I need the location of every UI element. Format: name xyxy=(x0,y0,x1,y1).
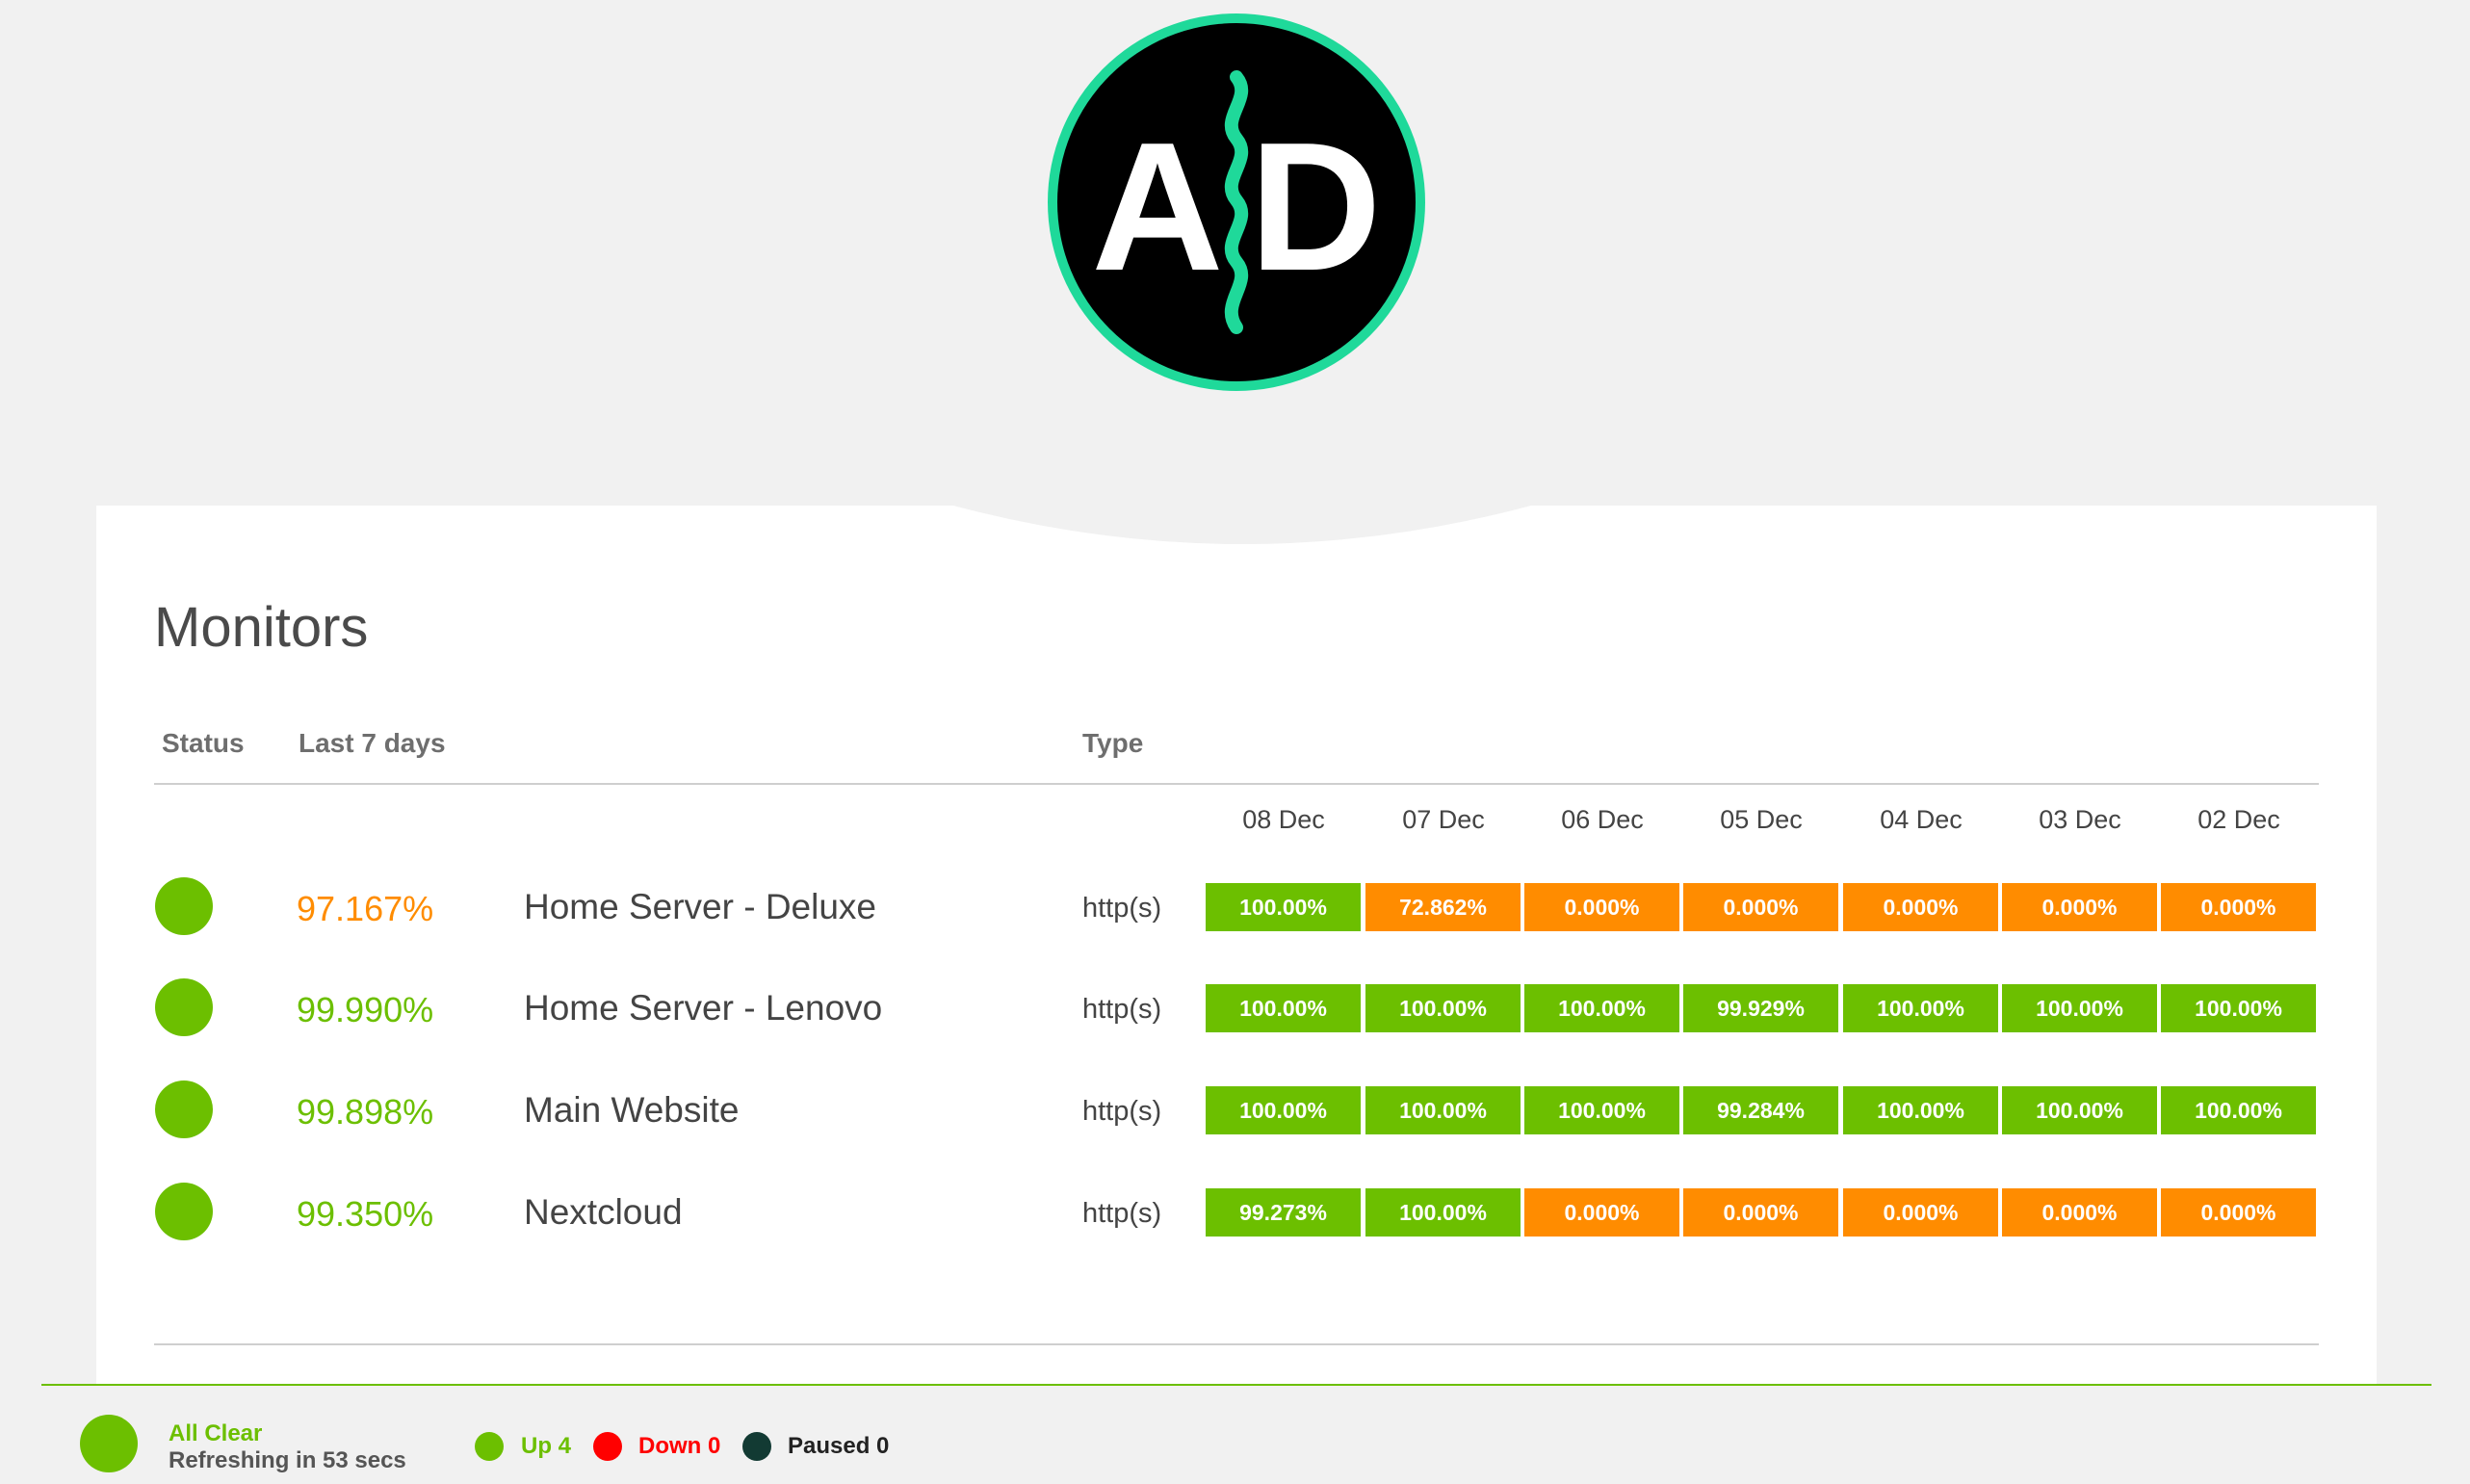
uptime-percentage: 99.990% xyxy=(297,990,434,1029)
status-dot xyxy=(155,978,213,1036)
daily-uptime-cell[interactable]: 99.273% xyxy=(1206,1188,1361,1237)
monitor-type: http(s) xyxy=(1082,893,1162,924)
date-header: 04 Dec xyxy=(1880,805,1963,834)
daily-uptime-cell[interactable]: 100.00% xyxy=(1843,984,1998,1032)
site-logo: A D xyxy=(1048,13,1425,391)
daily-uptime-cell[interactable]: 0.000% xyxy=(1683,883,1838,931)
monitor-type: http(s) xyxy=(1082,1198,1162,1229)
date-header: 08 Dec xyxy=(1242,805,1325,834)
daily-uptime-cell[interactable]: 100.00% xyxy=(1365,984,1521,1032)
monitor-row[interactable]: 99.898% Main Website http(s) 100.00% 100.00%… xyxy=(0,1080,2470,1142)
legend-paused-dot xyxy=(742,1432,771,1461)
overall-status-label: All Clear xyxy=(169,1420,263,1446)
daily-uptime-cell[interactable]: 0.000% xyxy=(1524,1188,1679,1237)
daily-uptime-cell[interactable]: 99.284% xyxy=(1683,1086,1838,1134)
status-footer: All Clear Refreshing in 53 secs Up 4 Dow… xyxy=(41,1384,2431,1484)
uptime-percentage: 99.898% xyxy=(297,1092,434,1132)
daily-uptime-cell[interactable]: 99.929% xyxy=(1683,984,1838,1032)
uptime-percentage: 99.350% xyxy=(297,1194,434,1234)
monitor-row[interactable]: 97.167% Home Server - Deluxe http(s) 100.00… xyxy=(0,877,2470,939)
legend-down-label: Down 0 xyxy=(638,1433,721,1459)
daily-uptime-cell[interactable]: 100.00% xyxy=(1524,1086,1679,1134)
legend-down-dot xyxy=(593,1432,622,1461)
daily-uptime-cell[interactable]: 0.000% xyxy=(2161,1188,2316,1237)
daily-uptime-cell[interactable]: 0.000% xyxy=(2161,883,2316,931)
legend-up-label: Up 4 xyxy=(521,1433,572,1459)
monitor-name[interactable]: Nextcloud xyxy=(524,1192,683,1233)
daily-uptime-cell[interactable]: 0.000% xyxy=(2002,1188,2157,1237)
header-status: Status xyxy=(162,728,245,758)
daily-uptime-cell[interactable]: 100.00% xyxy=(1365,1086,1521,1134)
daily-uptime-cell[interactable]: 100.00% xyxy=(1206,883,1361,931)
date-header: 07 Dec xyxy=(1402,805,1485,834)
daily-uptime-cell[interactable]: 100.00% xyxy=(1206,1086,1361,1134)
daily-uptime-cell[interactable]: 0.000% xyxy=(1524,883,1679,931)
daily-uptime-cell[interactable]: 100.00% xyxy=(1365,1188,1521,1237)
monitor-name[interactable]: Home Server - Lenovo xyxy=(524,988,882,1028)
daily-uptime-cell[interactable]: 100.00% xyxy=(2161,984,2316,1032)
monitor-type: http(s) xyxy=(1082,1096,1162,1127)
monitor-type: http(s) xyxy=(1082,994,1162,1025)
daily-uptime-cell[interactable]: 100.00% xyxy=(1524,984,1679,1032)
table-bottom-divider xyxy=(154,1343,2319,1345)
monitor-name[interactable]: Home Server - Deluxe xyxy=(524,887,876,927)
uptime-percentage: 97.167% xyxy=(297,889,434,928)
monitor-row[interactable]: 99.990% Home Server - Lenovo http(s) 100.00… xyxy=(0,978,2470,1040)
page-title: Monitors xyxy=(154,596,369,659)
logo-letter-d: D xyxy=(1249,105,1381,309)
logo-squiggle xyxy=(1224,70,1249,334)
refresh-countdown: Refreshing in 53 secs xyxy=(169,1447,406,1473)
daily-uptime-cell[interactable]: 100.00% xyxy=(1206,984,1361,1032)
header-last-7-days: Last 7 days xyxy=(299,728,446,758)
legend-paused-label: Paused 0 xyxy=(788,1433,890,1459)
daily-uptime-cell[interactable]: 0.000% xyxy=(1843,883,1998,931)
status-dot xyxy=(155,877,213,935)
date-header: 03 Dec xyxy=(2039,805,2121,834)
daily-uptime-cell[interactable]: 100.00% xyxy=(2002,1086,2157,1134)
daily-uptime-cell[interactable]: 0.000% xyxy=(1843,1188,1998,1237)
date-header: 05 Dec xyxy=(1720,805,1803,834)
daily-uptime-cell[interactable]: 100.00% xyxy=(2002,984,2157,1032)
monitor-row[interactable]: 99.350% Nextcloud http(s) 99.273% 100.00% 0.0… xyxy=(0,1183,2470,1244)
status-dot xyxy=(155,1183,213,1240)
overall-status-dot xyxy=(80,1415,138,1472)
header-type: Type xyxy=(1082,728,1144,758)
status-dot xyxy=(155,1080,213,1138)
legend-up-dot xyxy=(475,1432,504,1461)
header-divider xyxy=(154,783,2319,785)
daily-uptime-cell[interactable]: 0.000% xyxy=(2002,883,2157,931)
daily-uptime-cell[interactable]: 100.00% xyxy=(1843,1086,1998,1134)
date-header: 06 Dec xyxy=(1561,805,1644,834)
card-notch xyxy=(953,491,1531,544)
daily-uptime-cell[interactable]: 72.862% xyxy=(1365,883,1521,931)
date-header: 02 Dec xyxy=(2197,805,2280,834)
daily-uptime-cell[interactable]: 0.000% xyxy=(1683,1188,1838,1237)
daily-uptime-cell[interactable]: 100.00% xyxy=(2161,1086,2316,1134)
logo-letter-a: A xyxy=(1091,105,1223,309)
monitors-card xyxy=(96,506,2377,1401)
monitor-name[interactable]: Main Website xyxy=(524,1090,739,1131)
